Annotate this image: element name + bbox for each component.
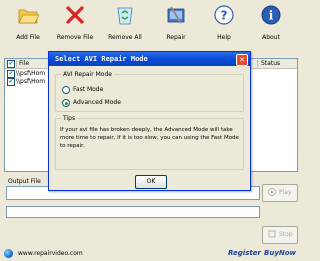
help-question-icon: ?: [214, 5, 234, 25]
advanced-mode-radio[interactable]: [62, 99, 70, 107]
remove-file-label: Remove File: [56, 34, 94, 41]
play-label: Play: [279, 189, 292, 196]
row-checkbox[interactable]: ✔: [7, 78, 15, 86]
svg-text:?: ?: [221, 9, 228, 23]
repair-mode-dialog: Select AVI Repair Mode ✕ AVI Repair Mode…: [48, 51, 251, 191]
file-path: \\psf\Hom: [16, 78, 46, 85]
help-label: Help: [217, 34, 231, 41]
column-status[interactable]: Status: [261, 60, 280, 67]
repair-mode-group: AVI Repair Mode Fast Mode Advanced Mode: [55, 71, 244, 112]
play-icon: [268, 188, 276, 196]
stop-button[interactable]: Stop: [262, 226, 298, 244]
about-label: About: [262, 34, 280, 41]
about-button[interactable]: i About: [246, 2, 296, 44]
recycle-bin-icon: [117, 7, 133, 25]
status-bar: www.repairvideo.com Register BuyNow: [0, 246, 300, 261]
tools-icon: [167, 6, 185, 24]
header-separator: [16, 60, 17, 67]
close-icon[interactable]: ✕: [236, 54, 248, 66]
output-file-label: Output File: [8, 178, 41, 185]
fast-mode-label[interactable]: Fast Mode: [73, 86, 103, 93]
remove-all-button[interactable]: Remove All: [100, 2, 150, 44]
toolbar: Add File Remove File Remove All Repair ?…: [0, 0, 300, 46]
tips-text: If your avi file has broken deeply, the …: [60, 127, 239, 149]
info-icon: i: [261, 5, 281, 25]
svg-text:i: i: [269, 9, 274, 23]
column-file[interactable]: File: [19, 60, 29, 67]
advanced-mode-label[interactable]: Advanced Mode: [73, 99, 121, 106]
register-link[interactable]: Register: [228, 249, 261, 257]
play-button[interactable]: Play: [262, 184, 298, 202]
ok-button[interactable]: OK: [135, 175, 167, 189]
remove-all-label: Remove All: [108, 34, 142, 41]
header-separator: [257, 60, 258, 67]
buynow-link[interactable]: BuyNow: [264, 249, 296, 257]
red-x-icon: [66, 6, 84, 24]
repair-label: Repair: [166, 34, 186, 41]
add-file-label: Add File: [16, 34, 40, 41]
fast-mode-radio[interactable]: [62, 86, 70, 94]
remove-file-button[interactable]: Remove File: [50, 2, 100, 44]
repair-button[interactable]: Repair: [151, 2, 201, 44]
dialog-title: Select AVI Repair Mode: [55, 55, 148, 63]
repair-mode-group-label: AVI Repair Mode: [61, 71, 114, 78]
add-file-button[interactable]: Add File: [3, 2, 53, 44]
tips-group-label: Tips: [61, 115, 78, 122]
dialog-title-bar[interactable]: Select AVI Repair Mode ✕: [49, 52, 250, 66]
website-link[interactable]: www.repairvideo.com: [18, 250, 83, 257]
row-checkbox[interactable]: ✔: [7, 70, 15, 78]
file-path: \\psf\Hom: [16, 70, 46, 77]
folder-open-icon: [18, 9, 39, 24]
stop-icon: [268, 230, 276, 238]
stop-label: Stop: [279, 231, 293, 238]
globe-icon: [4, 249, 13, 258]
tips-group: Tips If your avi file has broken deeply,…: [55, 115, 244, 170]
progress-bar: [6, 206, 260, 218]
select-all-checkbox[interactable]: ✔: [7, 60, 15, 68]
help-button[interactable]: ? Help: [199, 2, 249, 44]
